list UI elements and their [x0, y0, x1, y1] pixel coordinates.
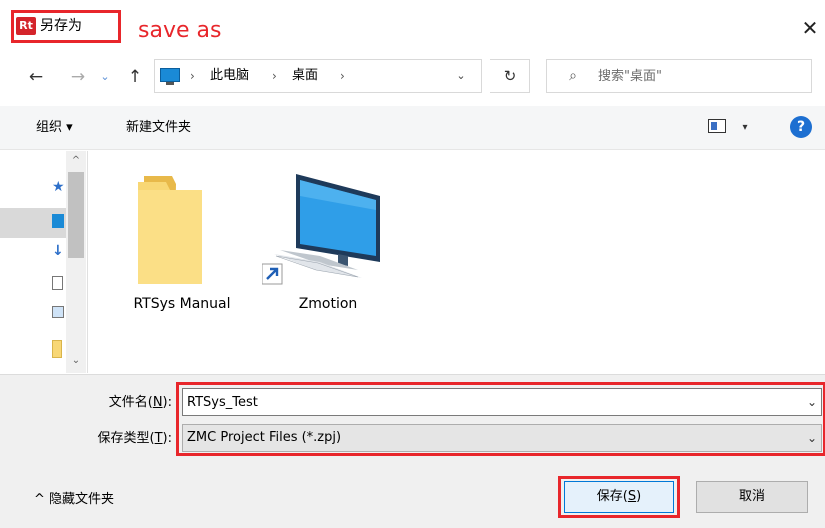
breadcrumb-this-pc[interactable]: 此电脑 [210, 66, 249, 86]
save-annotation-box [558, 476, 680, 518]
breadcrumb-desktop[interactable]: 桌面 [292, 66, 318, 86]
title-annotation-box [11, 10, 121, 43]
command-toolbar [0, 106, 825, 150]
pictures-icon[interactable] [52, 306, 64, 318]
quick-access-pin-icon[interactable]: ★ [52, 180, 65, 194]
view-mode-icon[interactable] [708, 119, 726, 133]
help-icon[interactable]: ? [790, 116, 812, 138]
search-icon: ⌕ [569, 68, 577, 84]
recent-locations-icon[interactable]: ⌄ [98, 66, 112, 88]
breadcrumb-separator[interactable]: › [190, 66, 195, 86]
documents-icon[interactable] [52, 276, 63, 290]
scroll-down-icon[interactable]: ⌄ [66, 352, 86, 370]
computer-shortcut-icon [261, 174, 380, 285]
title-bar [0, 0, 825, 54]
filetype-label: 保存类型(T): [97, 431, 172, 446]
scrollbar-thumb[interactable] [68, 172, 84, 258]
breadcrumb-separator[interactable]: › [340, 66, 345, 86]
scroll-up-icon[interactable]: ^ [66, 152, 86, 170]
file-label[interactable]: Zmotion [268, 294, 388, 314]
back-icon[interactable]: ← [24, 66, 48, 88]
refresh-icon[interactable]: ↻ [500, 65, 520, 87]
address-dropdown-icon[interactable]: ⌄ [452, 66, 470, 86]
computer-stand-icon [166, 82, 174, 85]
filename-label: 文件名(N): [108, 395, 172, 410]
fields-annotation-box [176, 382, 825, 456]
organize-button[interactable]: 组织 ▾ [36, 118, 73, 138]
folder-icon[interactable] [52, 340, 62, 358]
file-label[interactable]: RTSys Manual [122, 294, 242, 314]
view-dropdown-icon[interactable]: ▾ [738, 118, 752, 138]
new-folder-button[interactable]: 新建文件夹 [126, 118, 191, 138]
desktop-folder-icon[interactable] [52, 214, 64, 228]
hide-folders-toggle[interactable]: ^ 隐藏文件夹 [34, 490, 114, 510]
folder-icon [138, 176, 202, 284]
forward-icon[interactable]: → [66, 66, 90, 88]
search-input[interactable] [598, 64, 798, 88]
cancel-button[interactable]: 取消 [696, 481, 808, 513]
close-button[interactable]: ✕ [796, 14, 824, 42]
computer-icon [160, 68, 180, 82]
up-icon[interactable]: ↑ [124, 66, 146, 88]
breadcrumb-separator[interactable]: › [272, 66, 277, 86]
annotation-label: save as [138, 18, 222, 43]
downloads-icon[interactable]: ↓ [52, 244, 64, 258]
